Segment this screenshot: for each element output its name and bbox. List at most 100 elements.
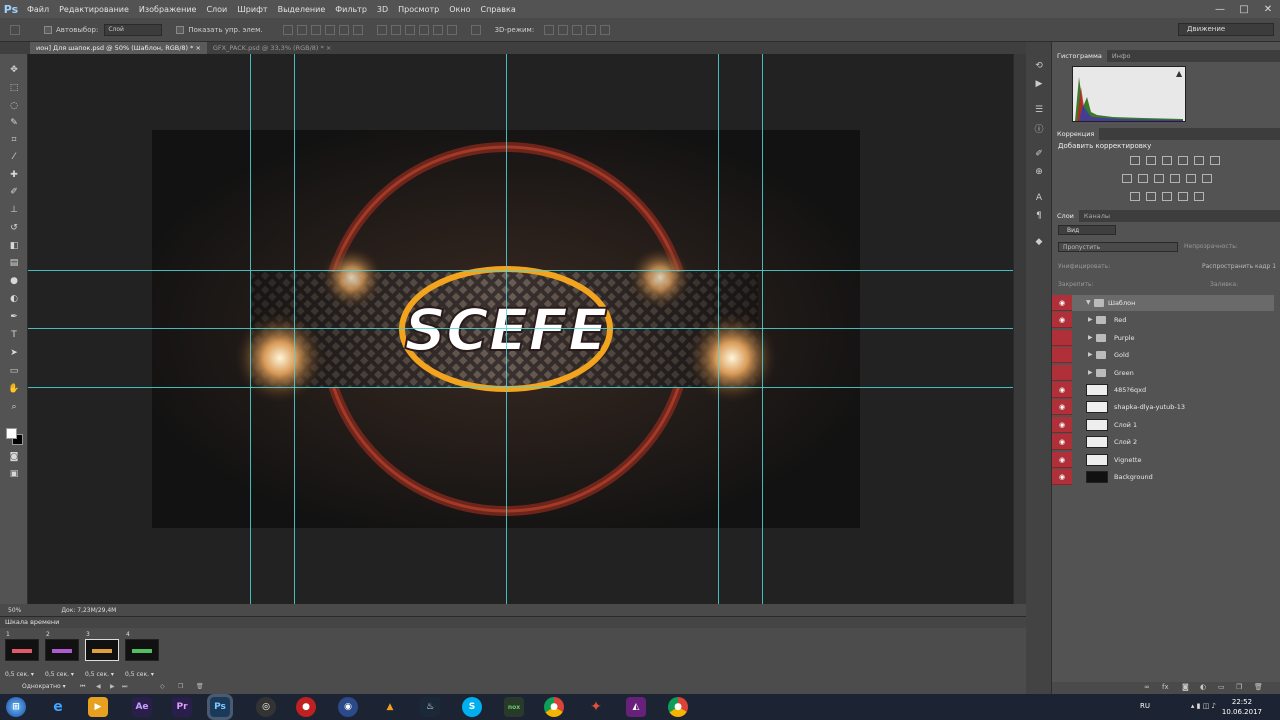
chevron-down-icon[interactable]: ▼ — [1086, 295, 1091, 311]
3d-pan-icon[interactable] — [572, 24, 583, 35]
app-icon-orange[interactable]: ▲ — [380, 697, 400, 717]
blend-mode-dropdown[interactable]: Пропустить — [1058, 242, 1178, 252]
visibility-eye-icon[interactable]: ◉ — [1052, 434, 1072, 450]
delete-frame-icon[interactable]: 🗑 — [196, 683, 204, 691]
layer-row[interactable]: ◉ Vignette — [1052, 452, 1274, 468]
next-frame-icon[interactable]: ⏭ — [122, 683, 130, 691]
3d-scale-icon[interactable] — [600, 24, 611, 35]
curves-icon[interactable] — [1162, 156, 1172, 165]
info-icon[interactable]: ⓘ — [1033, 122, 1045, 135]
workspace-dropdown[interactable]: Движение — [1178, 23, 1274, 36]
gradient-map-icon[interactable] — [1194, 156, 1204, 165]
timeline-frame-4[interactable]: 4 0,5 сек. ▾ — [124, 631, 160, 678]
distribute-bottom-icon[interactable] — [404, 24, 415, 35]
auto-align-icon[interactable] — [470, 24, 481, 35]
threshold-icon[interactable] — [1162, 192, 1172, 201]
levels-icon[interactable] — [1146, 156, 1156, 165]
mask-icon[interactable]: ◙ — [1182, 683, 1189, 691]
brush-presets-icon[interactable]: ✐ — [1033, 148, 1045, 160]
loop-dropdown[interactable]: Однократно ▾ — [22, 683, 66, 690]
layer-row[interactable]: ◉ 485?6qxd — [1052, 382, 1274, 398]
guide-horizontal-3[interactable] — [28, 387, 1013, 388]
prev-frame-icon[interactable]: ◀ — [96, 683, 104, 691]
menu-window[interactable]: Окно — [444, 5, 475, 14]
3d-roll-icon[interactable] — [558, 24, 569, 35]
history-icon[interactable]: ⟲ — [1033, 60, 1045, 72]
tab-document-1[interactable]: ион] Для шапок.psd @ 50% (Шаблон, RGB/8)… — [30, 42, 207, 54]
zoom-icon[interactable]: ⌕ — [8, 401, 20, 413]
duplicate-frame-icon[interactable]: ❐ — [178, 683, 186, 691]
recorder-icon[interactable]: ● — [296, 697, 316, 717]
guide-vertical-4[interactable] — [718, 54, 719, 604]
system-clock[interactable]: 22:52 10.06.2017 — [1222, 697, 1262, 717]
menu-file[interactable]: Файл — [22, 5, 54, 14]
guide-horizontal-2[interactable] — [28, 328, 1013, 329]
distribute-middle-icon[interactable] — [390, 24, 401, 35]
tray-icons[interactable]: ▴ ▮ ◫ ♪ — [1191, 702, 1216, 710]
media-player-icon[interactable]: ▶ — [88, 697, 108, 717]
nox-icon[interactable]: nox — [504, 697, 524, 717]
canvas-area[interactable]: SCEFE — [28, 54, 1013, 604]
layer-row[interactable]: ◉ ▶ Purple — [1052, 330, 1274, 346]
tab-histogram[interactable]: Гистограмма — [1052, 50, 1107, 62]
posterize-icon[interactable] — [1146, 192, 1156, 201]
exposure-icon[interactable] — [1178, 156, 1188, 165]
screen-mode-icon[interactable]: ▣ — [8, 468, 20, 480]
layer-row[interactable]: ◉ Background — [1052, 469, 1274, 485]
first-frame-icon[interactable]: ⏮ — [80, 683, 88, 691]
photo-filter-icon[interactable] — [1170, 174, 1180, 183]
quick-mask-icon[interactable]: ◙ — [8, 451, 20, 463]
distribute-top-icon[interactable] — [376, 24, 387, 35]
menu-select[interactable]: Выделение — [273, 5, 331, 14]
eyedropper-icon[interactable]: ⁄ — [8, 151, 20, 163]
start-icon[interactable]: ⊞ — [6, 697, 26, 717]
clone-source-icon[interactable]: ⊕ — [1033, 166, 1045, 178]
type-icon[interactable]: T — [8, 329, 20, 341]
crop-icon[interactable]: ⌗ — [8, 134, 20, 146]
premiere-icon[interactable]: Pr — [172, 697, 192, 717]
brush-icon[interactable]: ✐ — [8, 186, 20, 198]
app-icon-red[interactable]: ✦ — [586, 697, 606, 717]
menu-layers[interactable]: Слои — [201, 5, 232, 14]
character-icon[interactable]: A — [1033, 192, 1045, 204]
autoselect-checkbox[interactable] — [44, 25, 52, 34]
tab-info[interactable]: Инфо — [1107, 50, 1136, 62]
after-effects-icon[interactable]: Ae — [132, 697, 152, 717]
frame-delay[interactable]: 0,5 сек. ▾ — [85, 671, 114, 678]
align-right-icon[interactable] — [352, 24, 363, 35]
actions-icon[interactable]: ▶ — [1033, 78, 1045, 90]
ie-icon[interactable]: e — [48, 697, 68, 717]
autoselect-dropdown[interactable]: Слой — [104, 23, 163, 36]
lasso-icon[interactable]: ◌ — [8, 100, 20, 112]
selective-color-icon[interactable] — [1178, 192, 1188, 201]
color-lookup-icon[interactable] — [1202, 174, 1212, 183]
close-button[interactable]: ✕ — [1256, 0, 1280, 18]
dodge-icon[interactable]: ◐ — [8, 293, 20, 305]
show-controls-checkbox[interactable] — [176, 25, 185, 34]
align-bottom-icon[interactable] — [310, 24, 321, 35]
pen-icon[interactable]: ✒ — [8, 311, 20, 323]
tab-corrections[interactable]: Коррекция — [1052, 128, 1100, 140]
menu-filter[interactable]: Фильтр — [330, 5, 372, 14]
guide-vertical-1[interactable] — [250, 54, 251, 604]
language-indicator[interactable]: RU — [1140, 702, 1150, 710]
guide-vertical-2[interactable] — [294, 54, 295, 604]
3d-icon[interactable]: ◆ — [1033, 236, 1045, 248]
propagate-label[interactable]: Распространить кадр 1 — [1202, 263, 1276, 270]
visibility-eye-icon[interactable]: ◉ — [1052, 347, 1072, 363]
minimize-button[interactable]: — — [1208, 0, 1232, 18]
guide-horizontal-1[interactable] — [28, 270, 1013, 271]
visibility-eye-icon[interactable]: ◉ — [1052, 365, 1072, 381]
visibility-eye-icon[interactable]: ◉ — [1052, 295, 1072, 311]
tween-icon[interactable]: ◇ — [160, 683, 168, 691]
timeline-frame-2[interactable]: 2 0,5 сек. ▾ — [44, 631, 80, 678]
menu-type[interactable]: Шрифт — [232, 5, 272, 14]
path-select-icon[interactable]: ➤ — [8, 347, 20, 359]
skype-icon[interactable]: S — [462, 697, 482, 717]
layer-row[interactable]: ◉ ▶ Green — [1052, 365, 1274, 381]
visibility-eye-icon[interactable]: ◉ — [1052, 399, 1072, 415]
hand-icon[interactable]: ✋ — [8, 383, 20, 395]
timeline-frame-1[interactable]: 1 0,5 сек. ▾ — [4, 631, 40, 678]
foreground-color-swatch[interactable] — [6, 428, 17, 439]
photoshop-taskbar-icon[interactable]: Ps — [210, 697, 230, 717]
